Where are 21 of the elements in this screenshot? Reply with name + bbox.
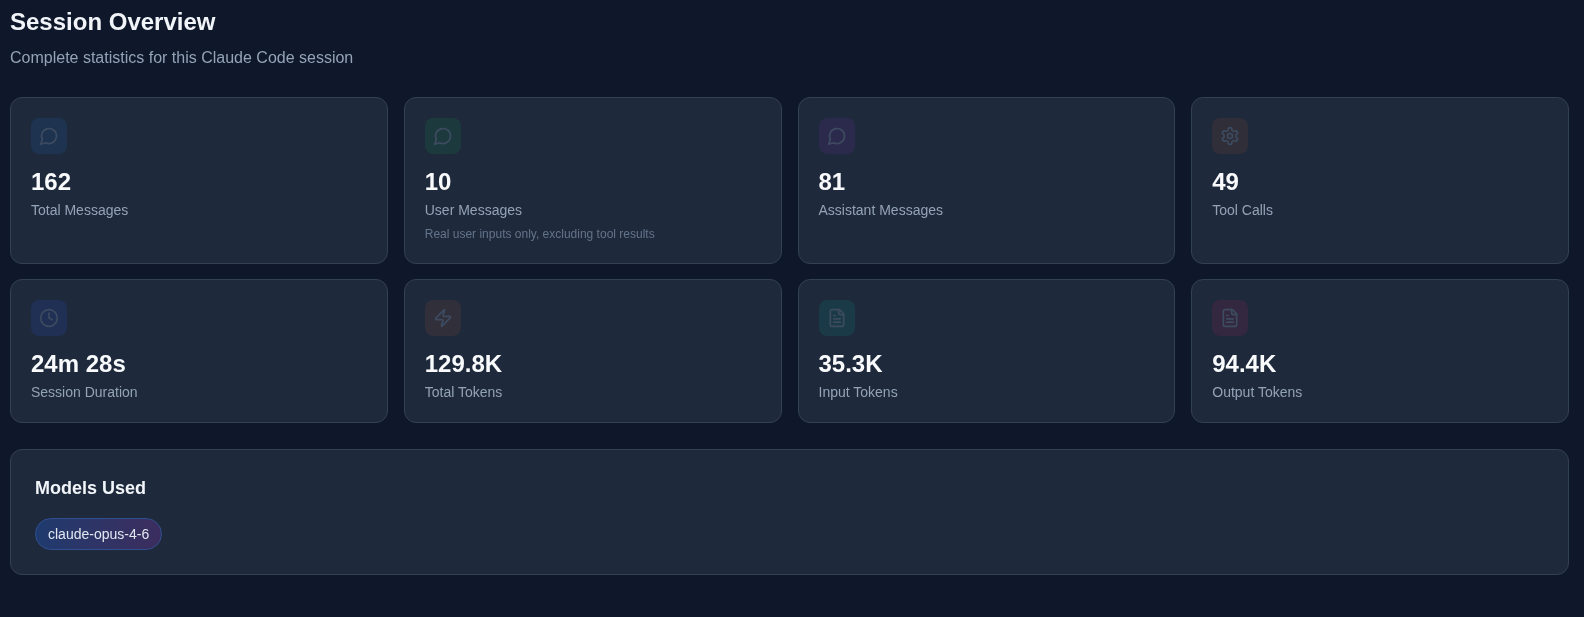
stat-value: 24m 28s (31, 349, 126, 379)
stat-label: Total Tokens (424, 383, 503, 402)
page-title: Session Overview (10, 7, 216, 37)
stat-note: Real user inputs only, excluding tool results (424, 226, 655, 243)
stat-value: 162 (31, 167, 72, 197)
stat-label: Total Messages (31, 201, 129, 220)
stat-label: Tool Calls (1212, 201, 1273, 220)
stat-label: Assistant Messages (818, 201, 943, 220)
stat-label: Input Tokens (818, 383, 898, 402)
stat-label: Session Duration (31, 383, 138, 402)
stat-value: 10 (424, 167, 452, 197)
stat-value: 129.8K (424, 349, 503, 379)
stat-value: 81 (818, 167, 846, 197)
stat-value: 49 (1212, 167, 1239, 197)
stat-label: User Messages (424, 201, 522, 220)
models-heading: Models Used (35, 477, 147, 500)
stat-label: Output Tokens (1212, 383, 1303, 402)
model-tag: claude-opus-4-6 (35, 518, 163, 550)
stat-value: 94.4K (1212, 349, 1277, 379)
stat-value: 35.3K (818, 349, 883, 379)
page-subtitle: Complete statistics for this Claude Code session (10, 48, 354, 68)
